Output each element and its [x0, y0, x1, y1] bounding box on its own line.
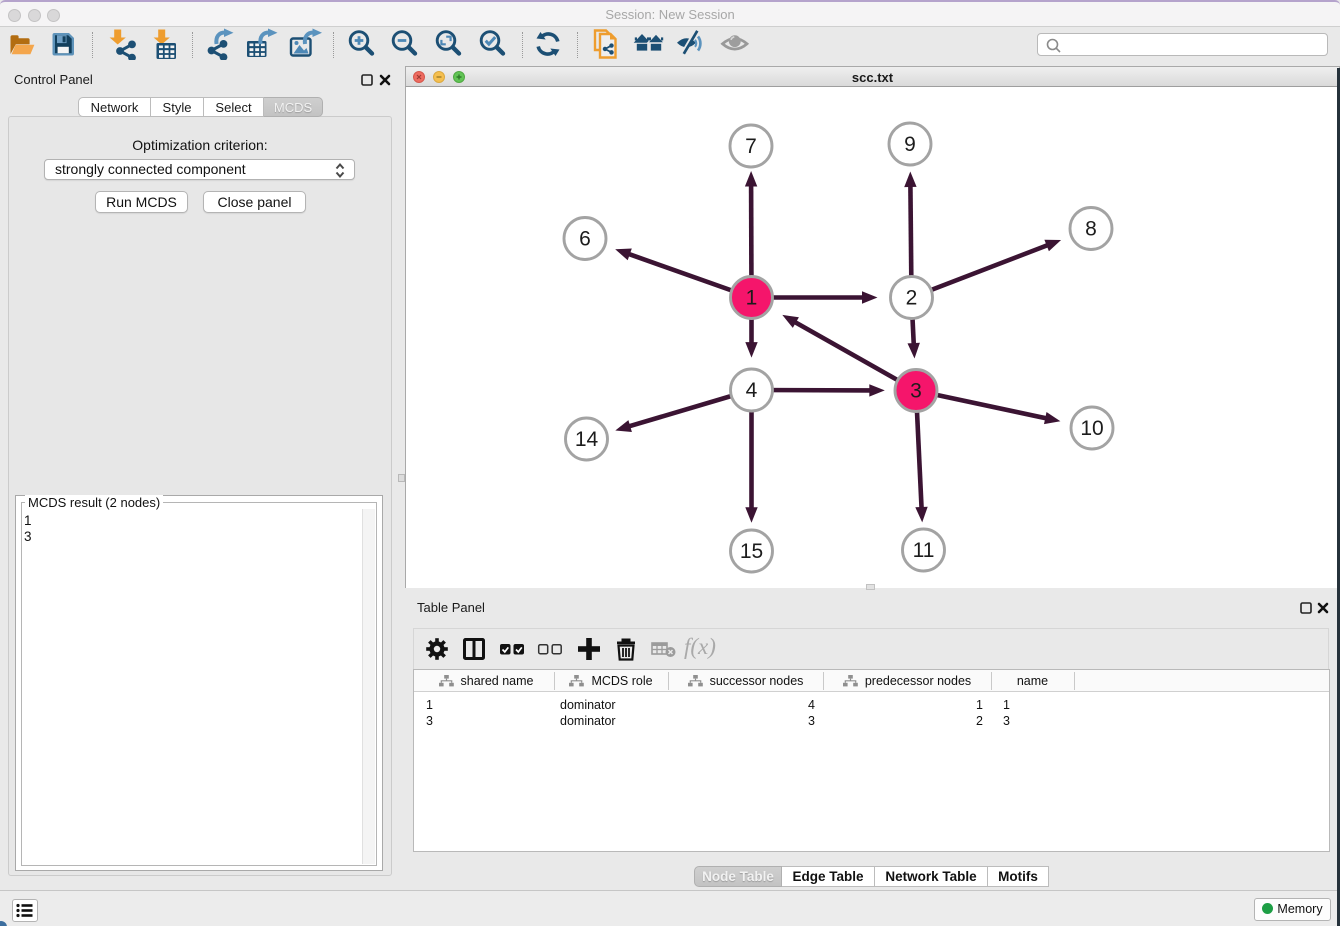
svg-text:2: 2 [906, 287, 918, 310]
svg-text:8: 8 [1085, 218, 1097, 241]
svg-text:6: 6 [579, 228, 591, 251]
svg-text:15: 15 [740, 540, 763, 563]
svg-text:3: 3 [910, 380, 922, 403]
svg-text:11: 11 [913, 539, 935, 562]
svg-text:10: 10 [1080, 417, 1103, 440]
svg-text:4: 4 [746, 379, 758, 402]
svg-text:1: 1 [746, 287, 758, 310]
svg-text:14: 14 [575, 428, 599, 451]
svg-text:9: 9 [904, 133, 916, 156]
svg-text:7: 7 [745, 135, 757, 158]
